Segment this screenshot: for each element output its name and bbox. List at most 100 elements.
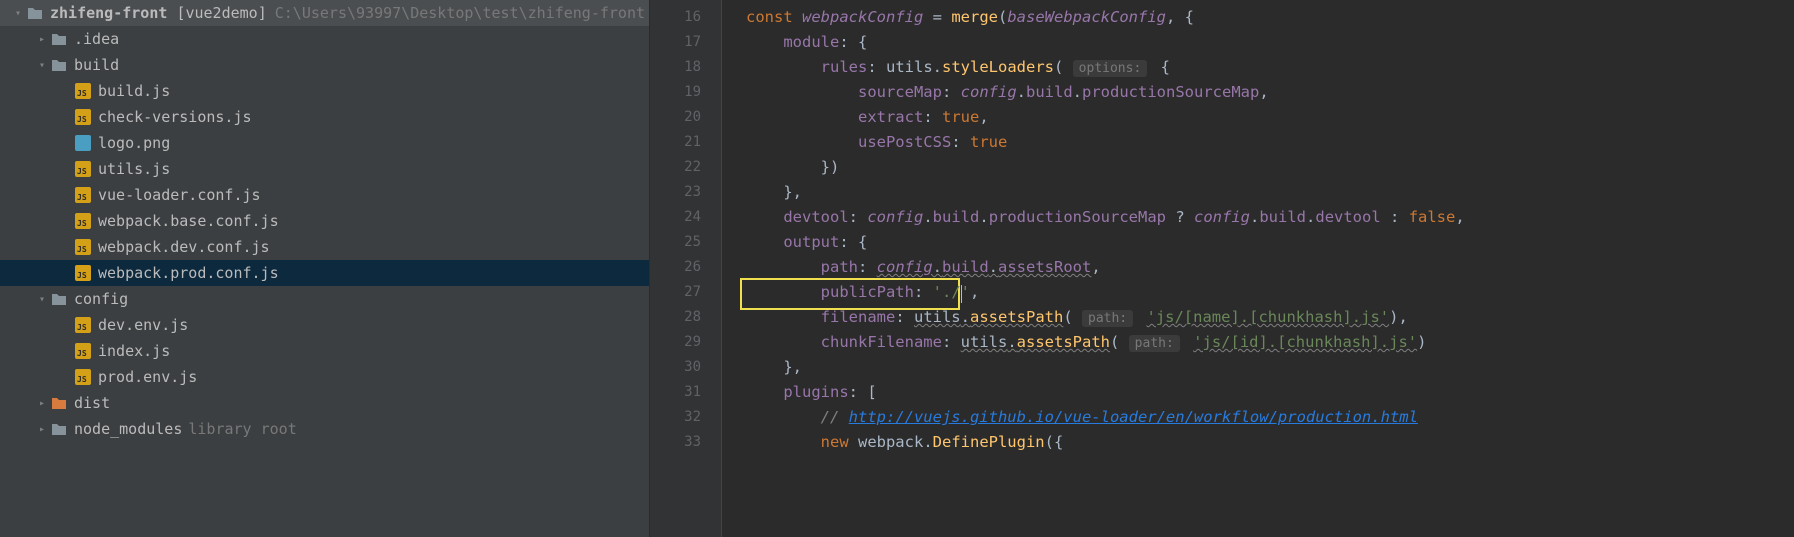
line-number: 23 — [650, 180, 701, 205]
js-file-icon: JS — [74, 82, 92, 100]
line-number: 17 — [650, 30, 701, 55]
tree-item-label: vue-loader.conf.js — [98, 186, 261, 204]
tree-root[interactable]: ▾ zhifeng-front [vue2demo] C:\Users\9399… — [0, 0, 649, 26]
tree-item-webpack-prod-conf-js[interactable]: JS webpack.prod.conf.js — [0, 260, 649, 286]
tree-item-logo-png[interactable]: logo.png — [0, 130, 649, 156]
line-number: 30 — [650, 355, 701, 380]
tree-item-node_modules[interactable]: ▸ node_modules library root — [0, 416, 649, 442]
tree-item-config[interactable]: ▾ config — [0, 286, 649, 312]
js-file-icon: JS — [74, 160, 92, 178]
js-file-icon: JS — [74, 316, 92, 334]
tree-item-label: logo.png — [98, 134, 170, 152]
chevron-right-icon[interactable]: ▸ — [34, 398, 50, 409]
code-line: new webpack.DefinePlugin({ — [746, 430, 1794, 455]
tree-item-label: dev.env.js — [98, 316, 188, 334]
tree-item-label: webpack.base.conf.js — [98, 212, 279, 230]
tree-item-check-versions-js[interactable]: JS check-versions.js — [0, 104, 649, 130]
code-line: extract: true, — [746, 105, 1794, 130]
tree-item-label: node_modules — [74, 420, 182, 438]
js-file-icon: JS — [74, 186, 92, 204]
line-number: 28 — [650, 305, 701, 330]
line-number: 18 — [650, 55, 701, 80]
code-line: usePostCSS: true — [746, 130, 1794, 155]
line-number: 20 — [650, 105, 701, 130]
line-number: 32 — [650, 405, 701, 430]
line-number: 25 — [650, 230, 701, 255]
root-context: [vue2demo] — [167, 4, 266, 22]
js-file-icon: JS — [74, 342, 92, 360]
code-line: output: { — [746, 230, 1794, 255]
folder-icon — [50, 30, 68, 48]
tree-item-index-js[interactable]: JS index.js — [0, 338, 649, 364]
js-file-icon: JS — [74, 212, 92, 230]
chevron-down-icon[interactable]: ▾ — [34, 294, 50, 305]
js-file-icon: JS — [74, 108, 92, 126]
gutter: 161718192021222324252627282930313233 — [650, 0, 722, 537]
line-number: 21 — [650, 130, 701, 155]
tree-item-label: webpack.dev.conf.js — [98, 238, 270, 256]
tree-item-label: index.js — [98, 342, 170, 360]
code-line: path: config.build.assetsRoot, — [746, 255, 1794, 280]
code-line: devtool: config.build.productionSourceMa… — [746, 205, 1794, 230]
line-number: 19 — [650, 80, 701, 105]
code-line: const webpackConfig = merge(baseWebpackC… — [746, 5, 1794, 30]
folder-icon — [50, 420, 68, 438]
tree-item-label: dist — [74, 394, 110, 412]
tree-item-label: config — [74, 290, 128, 308]
line-number: 29 — [650, 330, 701, 355]
code-line: plugins: [ — [746, 380, 1794, 405]
folder-icon — [50, 290, 68, 308]
chevron-right-icon[interactable]: ▸ — [34, 34, 50, 45]
js-file-icon: JS — [74, 238, 92, 256]
folder-icon — [50, 56, 68, 74]
code-line: filename: utils.assetsPath( path: 'js/[n… — [746, 305, 1794, 330]
tree-item-label: build — [74, 56, 119, 74]
chevron-down-icon: ▾ — [10, 8, 26, 19]
chevron-down-icon[interactable]: ▾ — [34, 60, 50, 71]
code-line: // http://vuejs.github.io/vue-loader/en/… — [746, 405, 1794, 430]
code-line: sourceMap: config.build.productionSource… — [746, 80, 1794, 105]
tree-item-label: prod.env.js — [98, 368, 197, 386]
tree-item-dev-env-js[interactable]: JS dev.env.js — [0, 312, 649, 338]
tree-item-label: .idea — [74, 30, 119, 48]
root-name: zhifeng-front — [50, 4, 167, 22]
code-line: }, — [746, 180, 1794, 205]
root-path: C:\Users\93997\Desktop\test\zhifeng-fron… — [275, 4, 645, 22]
tree-item-prod-env-js[interactable]: JS prod.env.js — [0, 364, 649, 390]
tree-item-dist[interactable]: ▸ dist — [0, 390, 649, 416]
tree-item-vue-loader-conf-js[interactable]: JS vue-loader.conf.js — [0, 182, 649, 208]
code-line: module: { — [746, 30, 1794, 55]
folder-icon — [26, 4, 44, 22]
tree-item-utils-js[interactable]: JS utils.js — [0, 156, 649, 182]
tree-item-build[interactable]: ▾ build — [0, 52, 649, 78]
code-line: chunkFilename: utils.assetsPath( path: '… — [746, 330, 1794, 355]
line-number: 24 — [650, 205, 701, 230]
js-file-icon: JS — [74, 368, 92, 386]
image-file-icon — [74, 134, 92, 152]
code-line: rules: utils.styleLoaders( options: { — [746, 55, 1794, 80]
tree-item-label: utils.js — [98, 160, 170, 178]
code-line: }, — [746, 355, 1794, 380]
tree-item--idea[interactable]: ▸ .idea — [0, 26, 649, 52]
tree-item-suffix: library root — [188, 420, 296, 438]
tree-item-label: check-versions.js — [98, 108, 252, 126]
line-number: 26 — [650, 255, 701, 280]
code-area[interactable]: const webpackConfig = merge(baseWebpackC… — [722, 0, 1794, 537]
tree-item-label: webpack.prod.conf.js — [98, 264, 279, 282]
project-tree[interactable]: ▾ zhifeng-front [vue2demo] C:\Users\9399… — [0, 0, 650, 537]
js-file-icon: JS — [74, 264, 92, 282]
line-number: 33 — [650, 430, 701, 455]
chevron-right-icon[interactable]: ▸ — [34, 424, 50, 435]
line-number: 16 — [650, 5, 701, 30]
code-editor[interactable]: 161718192021222324252627282930313233 con… — [650, 0, 1794, 537]
line-number: 31 — [650, 380, 701, 405]
line-number: 22 — [650, 155, 701, 180]
code-line: }) — [746, 155, 1794, 180]
line-number: 27 — [650, 280, 701, 305]
tree-item-label: build.js — [98, 82, 170, 100]
code-line: publicPath: './', — [746, 280, 1794, 305]
tree-item-build-js[interactable]: JS build.js — [0, 78, 649, 104]
folder-icon — [50, 394, 68, 412]
tree-item-webpack-dev-conf-js[interactable]: JS webpack.dev.conf.js — [0, 234, 649, 260]
tree-item-webpack-base-conf-js[interactable]: JS webpack.base.conf.js — [0, 208, 649, 234]
